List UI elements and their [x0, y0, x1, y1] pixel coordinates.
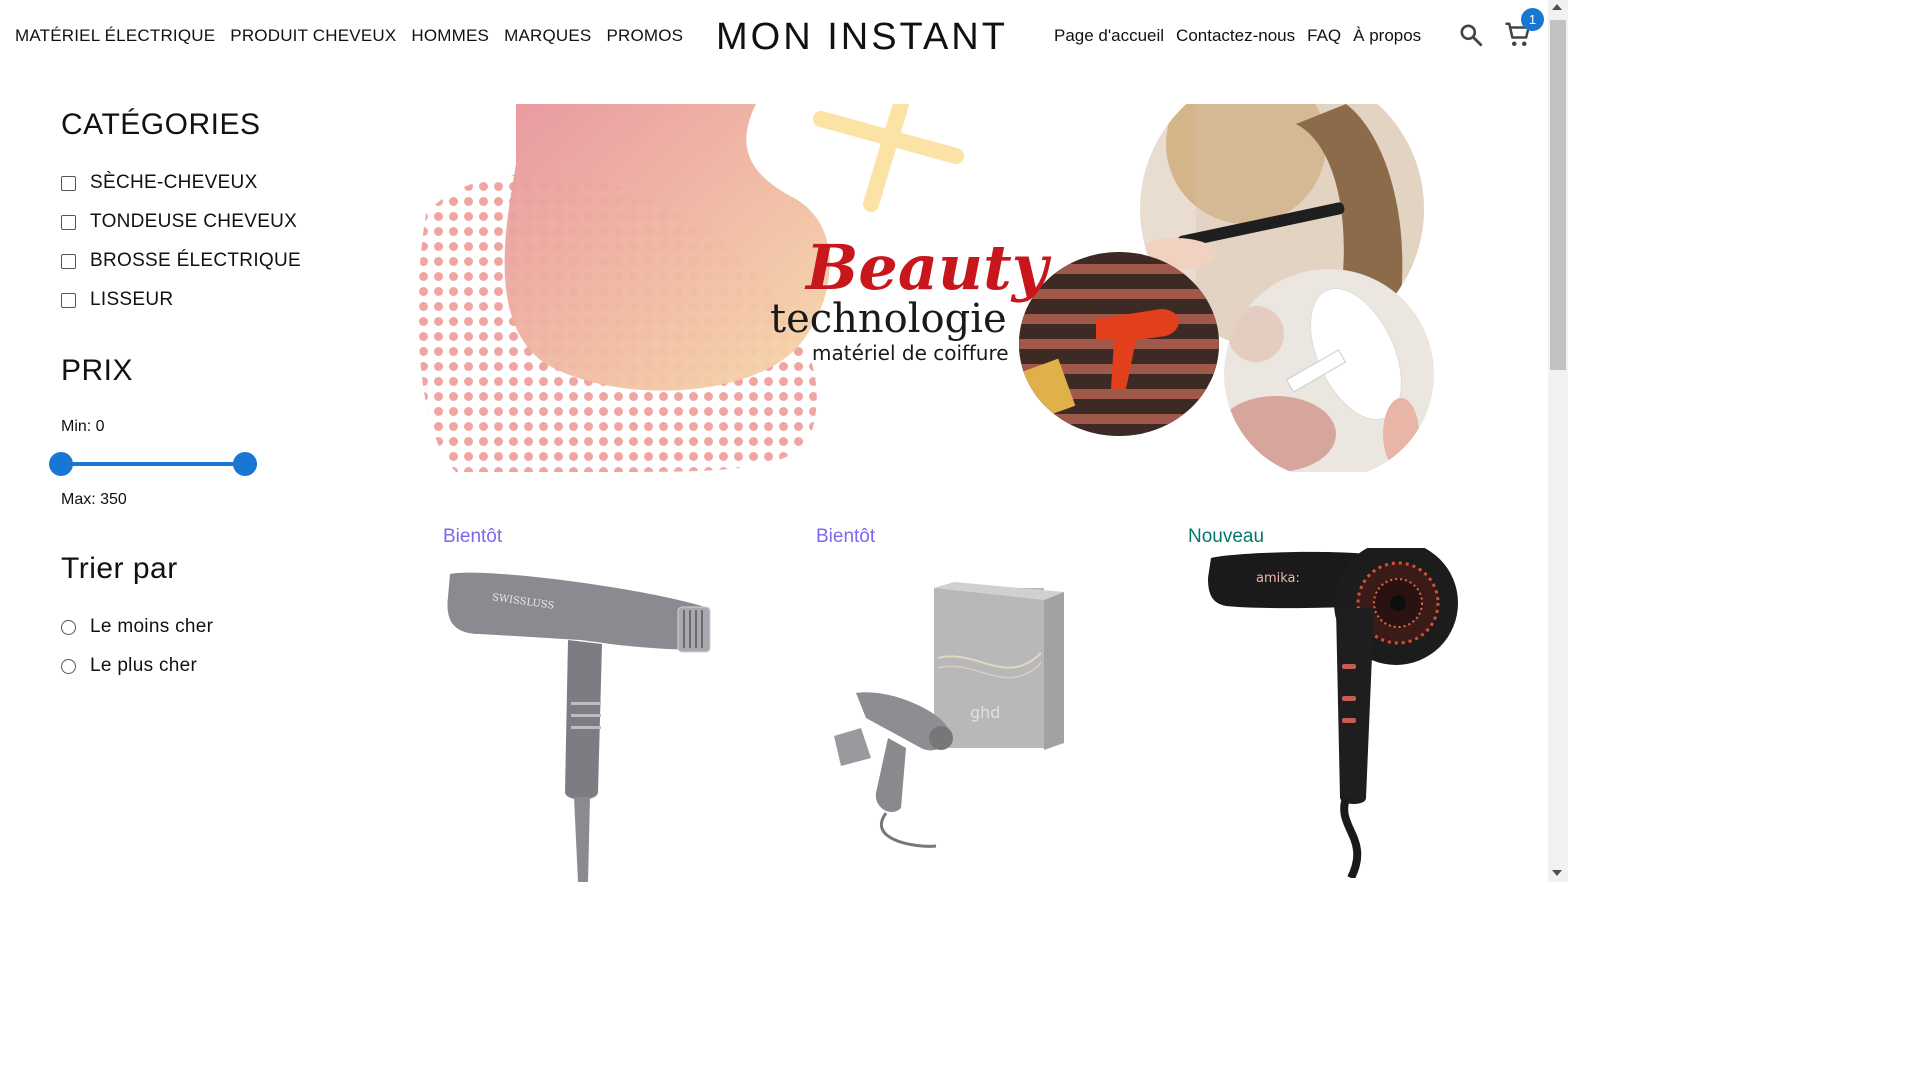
filter-label: TONDEUSE CHEVEUX — [90, 211, 298, 232]
filter-label: SÈCHE-CHEVEUX — [90, 172, 258, 193]
nav-home[interactable]: Page d'accueil — [1054, 26, 1164, 46]
checkbox[interactable] — [61, 292, 76, 308]
page-menu: Page d'accueil Contactez-nous FAQ À prop… — [1054, 26, 1421, 46]
filter-label: BROSSE ÉLECTRIQUE — [90, 250, 301, 271]
scroll-down-icon[interactable] — [1552, 870, 1562, 876]
sort-most-expensive[interactable]: Le plus cher — [61, 655, 197, 677]
slider-track — [61, 462, 257, 466]
filter-lisseur[interactable]: LISSEUR — [61, 289, 173, 311]
price-min-label: Min: 0 — [61, 418, 105, 435]
banner-main-text: technologie — [770, 296, 1007, 342]
scrollbar-thumb[interactable] — [1550, 20, 1566, 370]
checkbox[interactable] — [61, 253, 76, 269]
banner-artwork: Beauty technologie matériel de coiffure — [418, 104, 1434, 472]
product-2-image[interactable]: ghd — [826, 578, 1076, 850]
banner-sub-text: matériel de coiffure — [812, 341, 1009, 365]
product-3-image[interactable]: amika: — [1206, 548, 1466, 878]
filter-label: LISSEUR — [90, 289, 174, 310]
price-heading: PRIX — [61, 354, 134, 387]
nav-marques[interactable]: MARQUES — [504, 26, 591, 46]
radio-button[interactable] — [61, 619, 76, 635]
product-2-logo: ghd — [970, 703, 1000, 722]
page-scrollbar[interactable] — [1548, 0, 1568, 882]
filter-brosse-electrique[interactable]: BROSSE ÉLECTRIQUE — [61, 250, 301, 272]
sort-cheapest[interactable]: Le moins cher — [61, 616, 213, 638]
price-range-slider[interactable] — [49, 452, 257, 476]
checkbox[interactable] — [61, 175, 76, 191]
sort-label: Le moins cher — [90, 616, 214, 637]
product-3-logo: amika: — [1256, 571, 1300, 586]
nav-contact[interactable]: Contactez-nous — [1176, 26, 1295, 46]
checkbox[interactable] — [61, 214, 76, 230]
filter-seche-cheveux[interactable]: SÈCHE-CHEVEUX — [61, 172, 258, 194]
nav-produit-cheveux[interactable]: PRODUIT CHEVEUX — [230, 26, 396, 46]
nav-about[interactable]: À propos — [1353, 26, 1421, 46]
slider-min-handle[interactable] — [49, 452, 73, 476]
category-menu: MATÉRIEL ÉLECTRIQUE PRODUIT CHEVEUX HOMM… — [15, 26, 683, 46]
banner-script-text: Beauty — [804, 231, 1052, 304]
product-3-tag: Nouveau — [1188, 526, 1265, 547]
search-icon[interactable] — [1458, 22, 1484, 48]
product-1-tag: Bientôt — [443, 526, 503, 547]
nav-hommes[interactable]: HOMMES — [411, 26, 489, 46]
sort-heading: Trier par — [61, 552, 178, 585]
nav-faq[interactable]: FAQ — [1307, 26, 1341, 46]
product-2-tag: Bientôt — [816, 526, 876, 547]
nav-materiel-electrique[interactable]: MATÉRIEL ÉLECTRIQUE — [15, 26, 215, 46]
top-navigation: MATÉRIEL ÉLECTRIQUE PRODUIT CHEVEUX HOMM… — [0, 0, 1548, 76]
sort-label: Le plus cher — [90, 655, 198, 676]
price-max-label: Max: 350 — [61, 491, 127, 508]
cart-count-badge: 1 — [1521, 8, 1544, 31]
product-1-image[interactable]: SWISSLUSS — [440, 562, 725, 882]
nav-promos[interactable]: PROMOS — [606, 26, 683, 46]
filter-tondeuse-cheveux[interactable]: TONDEUSE CHEVEUX — [61, 211, 297, 233]
promo-banner[interactable]: Beauty technologie matériel de coiffure — [416, 104, 1436, 472]
scroll-up-icon[interactable] — [1552, 4, 1562, 10]
slider-max-handle[interactable] — [233, 452, 257, 476]
categories-heading: CATÉGORIES — [61, 108, 261, 141]
radio-button[interactable] — [61, 658, 76, 674]
site-logo-text[interactable]: MON INSTANT — [716, 16, 1008, 59]
